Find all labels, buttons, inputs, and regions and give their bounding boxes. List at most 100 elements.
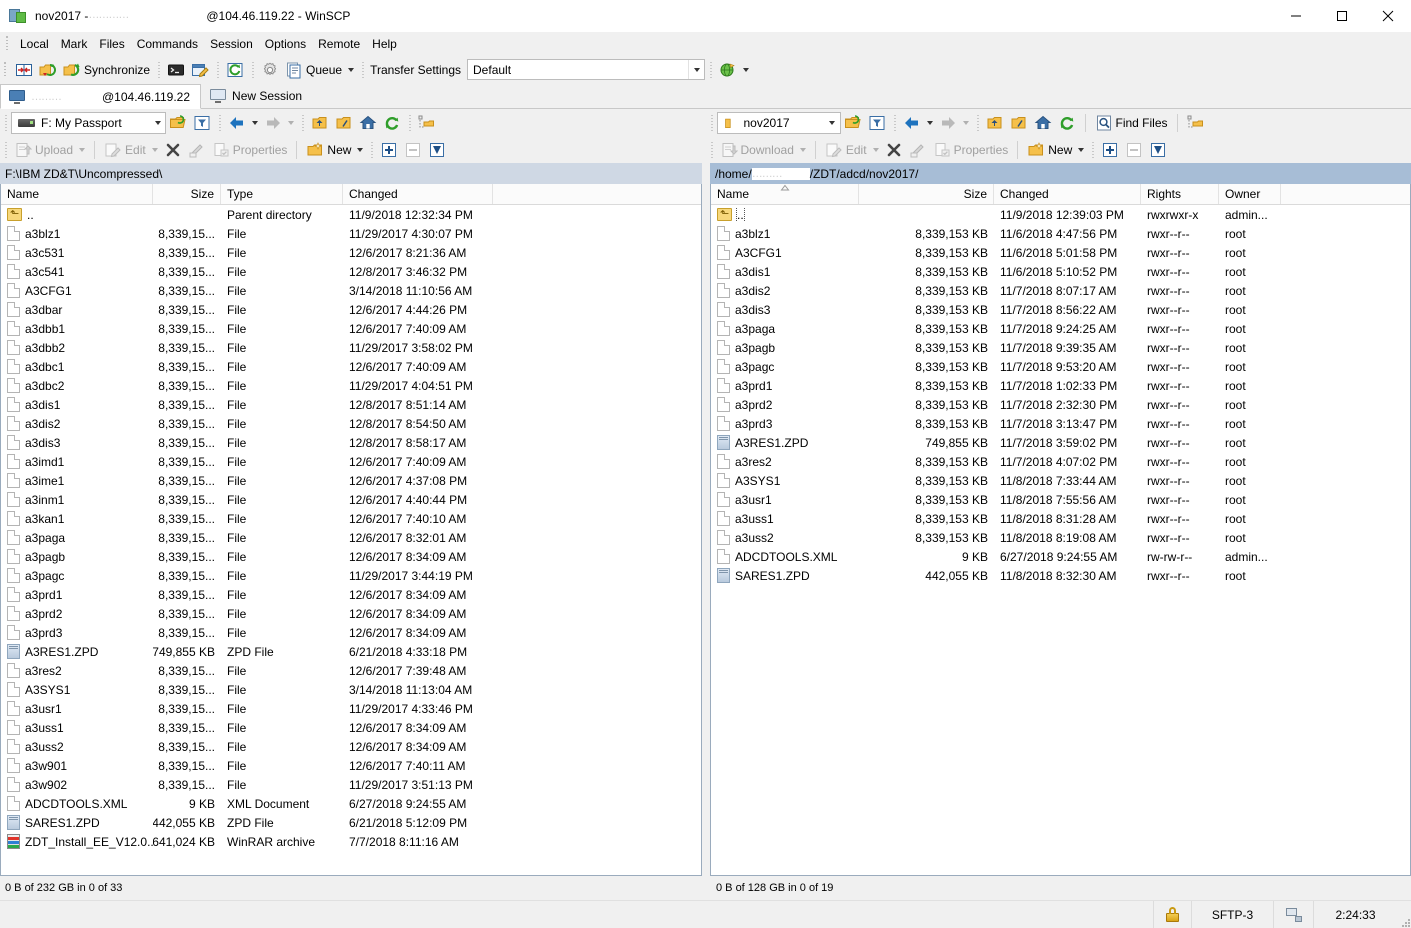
local-parent-directory-button[interactable] [308,111,332,134]
local-forward-button[interactable] [261,111,297,134]
find-files-button[interactable]: Find Files [1092,111,1171,134]
queue-dropdown-caret-icon[interactable] [348,67,355,72]
session-tab-active[interactable]: ……… @104.46.119.22 [0,84,202,109]
download-button[interactable]: Download [717,138,809,161]
local-directory-tree-button[interactable] [415,111,439,134]
table-row[interactable]: a3res2 8,339,153 KB 11/7/2018 4:07:02 PM rw… [711,452,1410,471]
edit-remote-file-button[interactable] [188,58,212,81]
transfer-settings-combobox[interactable]: Default [467,59,706,80]
local-back-button[interactable] [225,111,261,134]
local-file-toolbar-gripper-icon[interactable] [2,140,9,159]
remote-refresh-button[interactable] [1055,111,1079,134]
table-row[interactable]: a3dis1 8,339,15... File 12/8/2017 8:51:14 A… [1,395,701,414]
table-row[interactable]: a3pagc 8,339,15... File 11/29/2017 3:44:19 … [1,566,701,585]
remote-back-button[interactable] [900,111,936,134]
table-row[interactable]: A3SYS1 8,339,153 KB 11/8/2018 7:33:44 AM rw… [711,471,1410,490]
maximize-button[interactable] [1319,0,1365,32]
sync-browsing-button[interactable] [12,58,36,81]
remote-filter-button[interactable] [865,111,889,134]
table-row[interactable]: A3CFG1 8,339,153 KB 11/6/2018 5:01:58 PM rw… [711,243,1410,262]
remote-directory-tree-button[interactable] [1184,111,1208,134]
remote-path-header[interactable]: /home/ ……… /ZDT/adcd/nov2017/ [710,163,1411,184]
local-new-button[interactable]: New [303,138,366,161]
local-open-directory-button[interactable] [166,111,190,134]
table-row[interactable]: a3uss2 8,339,15... File 12/6/2017 8:34:09 A… [1,737,701,756]
remote-select-files-button[interactable] [1098,138,1122,161]
table-row[interactable]: a3pagb 8,339,153 KB 11/7/2018 9:39:35 AM rw… [711,338,1410,357]
local-drive-dropdown-icon[interactable] [150,113,165,133]
local-forward-caret-icon[interactable] [288,120,294,125]
local-header-changed[interactable]: Changed [343,184,493,204]
remote-delete-button[interactable] [882,138,906,161]
table-row[interactable]: ZDT_Install_EE_V12.0.... 641,024 KB WinRAR… [1,832,701,851]
panel-splitter[interactable] [702,184,710,876]
menu-remote[interactable]: Remote [312,34,366,54]
upload-button[interactable]: Upload [11,138,88,161]
close-button[interactable] [1365,0,1411,32]
remote-header-owner[interactable]: Owner [1219,184,1281,204]
table-row[interactable]: a3paga 8,339,153 KB 11/7/2018 9:24:25 AM rw… [711,319,1410,338]
table-row[interactable]: a3inm1 8,339,15... File 12/6/2017 4:40:44 P… [1,490,701,509]
table-row[interactable]: a3c531 8,339,15... File 12/6/2017 8:21:36 A… [1,243,701,262]
table-row[interactable]: a3kan1 8,339,15... File 12/6/2017 7:40:10 A… [1,509,701,528]
table-row[interactable]: a3w901 8,339,15... File 12/6/2017 7:40:11 A… [1,756,701,775]
upload-caret-icon[interactable] [79,147,86,152]
compression-status-cell[interactable] [1273,901,1313,928]
table-row[interactable]: a3res2 8,339,15... File 12/6/2017 7:39:48 A… [1,661,701,680]
local-drive-combobox[interactable]: F: My Passport [11,111,166,134]
local-path-header[interactable]: F:\IBM ZD&T\Uncompressed\ [0,163,702,184]
menu-options[interactable]: Options [259,34,312,54]
new-session-tab[interactable]: New Session [201,83,313,108]
table-row[interactable]: SARES1.ZPD 442,055 KB 11/8/2018 8:32:30 AM… [711,566,1410,585]
table-row[interactable]: a3uss2 8,339,153 KB 11/8/2018 8:19:08 AM rw… [711,528,1410,547]
local-delete-button[interactable] [161,138,185,161]
table-row[interactable]: A3RES1.ZPD 749,855 KB ZPD File 6/21/2018 4:… [1,642,701,661]
remote-directory-combobox[interactable]: nov2017 [716,111,841,134]
menu-gripper-icon[interactable] [4,36,11,52]
remote-file-toolbar-gripper-icon[interactable] [707,140,715,159]
table-row[interactable]: a3prd2 8,339,15... File 12/6/2017 8:34:09 A… [1,604,701,623]
table-row[interactable]: a3imd1 8,339,15... File 12/6/2017 7:40:09 A… [1,452,701,471]
table-row[interactable]: SARES1.ZPD 442,055 KB ZPD File 6/21/2018 5:… [1,813,701,832]
table-row[interactable]: a3usr1 8,339,153 KB 11/8/2018 7:55:56 AM rw… [711,490,1410,509]
keep-remote-directory-up-to-date-button[interactable] [36,58,60,81]
local-unselect-files-button[interactable] [401,138,425,161]
local-back-caret-icon[interactable] [252,120,258,125]
remote-rename-button[interactable] [906,138,930,161]
local-invert-selection-button[interactable] [425,138,449,161]
protocol-status-cell[interactable]: SFTP-3 [1191,901,1273,928]
resize-grip-icon[interactable] [1397,914,1411,928]
local-rename-button[interactable] [185,138,209,161]
table-row[interactable]: a3dbb1 8,339,15... File 12/6/2017 7:40:09 A… [1,319,701,338]
table-row[interactable]: a3prd1 8,339,15... File 12/6/2017 8:34:09 A… [1,585,701,604]
remote-header-changed[interactable]: Changed [994,184,1141,204]
remote-forward-caret-icon[interactable] [962,120,969,125]
local-header-type[interactable]: Type [221,184,343,204]
table-row[interactable]: a3c541 8,339,15... File 12/8/2017 3:46:32 P… [1,262,701,281]
table-row[interactable]: a3blz1 8,339,153 KB 11/6/2018 4:47:56 PM rw… [711,224,1410,243]
table-row[interactable]: a3usr1 8,339,15... File 11/29/2017 4:33:46 … [1,699,701,718]
table-row[interactable]: .. Parent directory 11/9/2018 12:32:34 PM [1,205,701,224]
synchronize-button[interactable]: Synchronize [60,58,153,81]
table-row[interactable]: .. 11/9/2018 12:39:03 PM rwxrwxr-x admin... [711,205,1410,224]
table-row[interactable]: a3ime1 8,339,15... File 12/6/2017 4:37:08 P… [1,471,701,490]
remote-parent-directory-button[interactable] [983,111,1007,134]
table-row[interactable]: a3w902 8,339,15... File 11/29/2017 3:51:13 … [1,775,701,794]
table-row[interactable]: a3dis1 8,339,153 KB 11/6/2018 5:10:52 PM rw… [711,262,1410,281]
queue-button[interactable]: Queue [282,58,357,81]
local-new-caret-icon[interactable] [357,147,364,152]
table-row[interactable]: A3CFG1 8,339,15... File 3/14/2018 11:10:56 … [1,281,701,300]
local-refresh-button[interactable] [380,111,404,134]
remote-header-size[interactable]: Size [859,184,994,204]
local-home-directory-button[interactable] [356,111,380,134]
preferences-button[interactable] [258,58,282,81]
local-select-files-button[interactable] [377,138,401,161]
refresh-button[interactable] [223,58,247,81]
remote-new-caret-icon[interactable] [1078,147,1085,152]
table-row[interactable]: a3blz1 8,339,15... File 11/29/2017 4:30:07 … [1,224,701,243]
table-row[interactable]: a3pagb 8,339,15... File 12/6/2017 8:34:09 A… [1,547,701,566]
remote-open-directory-button[interactable] [841,111,865,134]
table-row[interactable]: a3dis3 8,339,153 KB 11/7/2018 8:56:22 AM rw… [711,300,1410,319]
download-caret-icon[interactable] [799,147,806,152]
local-filter-button[interactable] [190,111,214,134]
